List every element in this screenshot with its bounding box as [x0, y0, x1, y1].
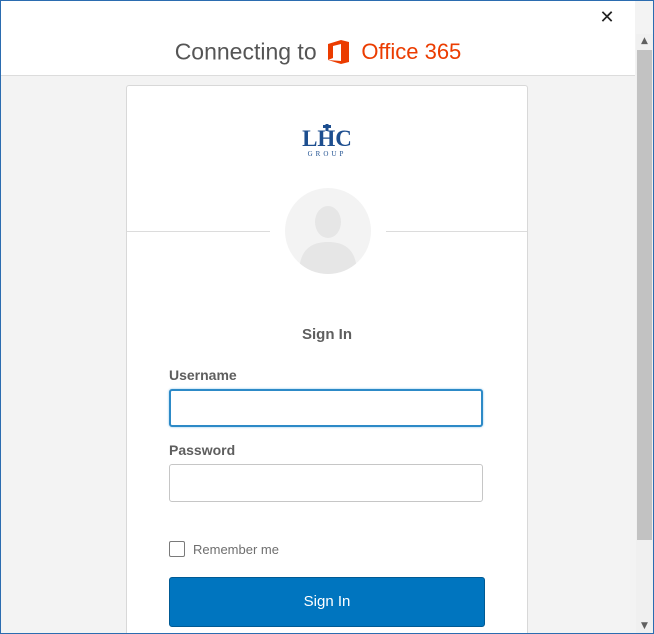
- scroll-down-arrow-icon[interactable]: ▼: [636, 619, 653, 633]
- password-label: Password: [169, 442, 236, 458]
- remember-me-label[interactable]: Remember me: [193, 542, 279, 557]
- office-365-brand: Office 365: [361, 38, 462, 64]
- divider-left: [127, 231, 270, 232]
- username-input[interactable]: [169, 389, 483, 427]
- divider-right: [386, 231, 527, 232]
- username-label: Username: [169, 367, 237, 383]
- scroll-up-arrow-icon[interactable]: ▲: [636, 34, 653, 48]
- dialog-window: ✕ Connecting to Office 365 ▲ ▼ LHC GROUP: [0, 0, 654, 634]
- sign-in-heading: Sign In: [302, 326, 352, 343]
- header-bar: ✕ Connecting to Office 365: [1, 1, 635, 76]
- vertical-scrollbar[interactable]: ▲ ▼: [636, 34, 653, 633]
- close-button[interactable]: ✕: [598, 9, 616, 27]
- scroll-thumb[interactable]: [637, 50, 652, 540]
- user-silhouette-icon: [285, 188, 371, 274]
- lhc-group-logo: LHC GROUP: [302, 124, 352, 158]
- password-input[interactable]: [169, 464, 483, 502]
- office-logo-icon: [328, 39, 350, 64]
- sign-in-button[interactable]: Sign In: [169, 577, 485, 627]
- sign-in-card: LHC GROUP Sign In Username Password Reme…: [126, 85, 528, 633]
- svg-text:GROUP: GROUP: [308, 150, 347, 158]
- remember-me-checkbox[interactable]: [169, 541, 185, 557]
- connecting-prefix: Connecting to: [174, 38, 317, 65]
- connecting-title: Connecting to Office 365: [1, 37, 635, 65]
